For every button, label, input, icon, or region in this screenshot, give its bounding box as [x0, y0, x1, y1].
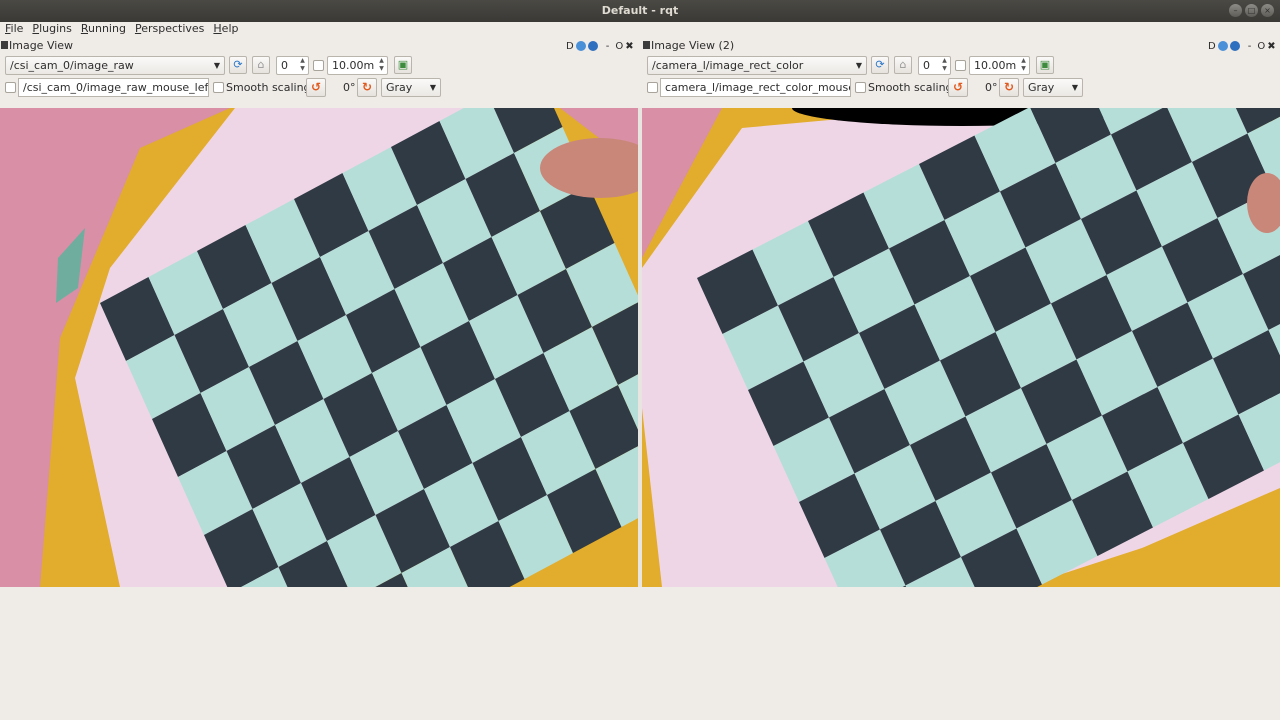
dynamic-range-checkbox[interactable] [955, 60, 966, 71]
spin-value-input[interactable]: 0 ▲ ▼ [276, 56, 309, 75]
rotate-right-icon: ↻ [361, 80, 373, 94]
image-view-dock-right: Image View (2) D - O ✖ /camera_l/image_r… [642, 38, 1280, 587]
minimize-icon[interactable]: – [1229, 4, 1242, 17]
zoom-icon: ⌂ [257, 58, 265, 71]
dock-d-button[interactable]: D [1208, 41, 1216, 52]
save-image-icon: ▣ [1039, 58, 1051, 71]
checkerboard-image [0, 108, 638, 587]
reload-plugin-icon[interactable] [575, 41, 586, 51]
rotate-left-icon: ↺ [952, 80, 964, 94]
mouse-topic-field[interactable]: /csi_cam_0/image_raw_mouse_left [18, 78, 209, 97]
minimize-dock-button[interactable]: - [1248, 41, 1252, 52]
topic-select[interactable]: /camera_l/image_rect_color ▼ [647, 56, 867, 75]
close-icon[interactable]: × [1261, 4, 1274, 17]
save-image-button[interactable]: ▣ [1036, 56, 1054, 74]
rotate-left-button[interactable]: ↺ [306, 78, 326, 97]
dock-title-bar: Image View (2) D - O ✖ [642, 38, 1280, 54]
max-range-input[interactable]: 10.00m ▲ ▼ [969, 56, 1030, 75]
dock-grip-icon[interactable] [643, 41, 650, 49]
close-dock-icon[interactable]: ✖ [625, 41, 633, 52]
help-icon[interactable] [1229, 41, 1240, 51]
zoom-button[interactable]: ⌂ [894, 56, 912, 74]
color-scheme-select[interactable]: Gray ▼ [381, 78, 441, 97]
rotate-left-button[interactable]: ↺ [948, 78, 968, 97]
menu-plugins[interactable]: Plugins [32, 22, 71, 38]
dock-title: Image View [9, 39, 74, 52]
window-title: Default - rqt [601, 4, 679, 17]
rotate-right-button[interactable]: ↻ [357, 78, 377, 97]
close-dock-icon[interactable]: ✖ [1267, 41, 1275, 52]
dock-title: Image View (2) [651, 39, 735, 52]
mouse-topic-field[interactable]: camera_l/image_rect_color_mouse_left [660, 78, 851, 97]
max-range-input[interactable]: 10.00m ▲ ▼ [327, 56, 388, 75]
rotation-label: 0° [343, 81, 356, 94]
rotate-right-button[interactable]: ↻ [999, 78, 1019, 97]
dock-d-button[interactable]: D [566, 41, 574, 52]
menu-help[interactable]: Help [213, 22, 238, 38]
chevron-down-icon: ▼ [213, 61, 220, 70]
save-image-icon: ▣ [397, 58, 409, 71]
save-image-button[interactable]: ▣ [394, 56, 412, 74]
publish-mouse-checkbox[interactable] [647, 82, 658, 93]
float-dock-button[interactable]: O [1257, 41, 1265, 52]
help-icon[interactable] [587, 41, 598, 51]
refresh-topics-button[interactable]: ⟳ [229, 56, 247, 74]
smooth-scaling-checkbox[interactable] [213, 82, 224, 93]
spin-value-input[interactable]: 0 ▲ ▼ [918, 56, 951, 75]
menu-file[interactable]: File [5, 22, 23, 38]
float-dock-button[interactable]: O [615, 41, 623, 52]
reload-plugin-icon[interactable] [1217, 41, 1228, 51]
spin-arrows-icon[interactable]: ▲ ▼ [940, 57, 949, 74]
refresh-topics-button[interactable]: ⟳ [871, 56, 889, 74]
color-scheme-select[interactable]: Gray ▼ [1023, 78, 1083, 97]
camera-image-rect[interactable] [642, 108, 1280, 587]
minimize-dock-button[interactable]: - [606, 41, 610, 52]
menu-running[interactable]: Running [81, 22, 126, 38]
refresh-icon: ⟳ [233, 58, 243, 71]
spin-arrows-icon[interactable]: ▲ ▼ [1019, 57, 1028, 74]
checkerboard-image [642, 108, 1280, 587]
topic-select[interactable]: /csi_cam_0/image_raw ▼ [5, 56, 225, 75]
smooth-scaling-label: Smooth scaling [868, 81, 953, 94]
menu-bar: File Plugins Running Perspectives Help [0, 22, 1280, 38]
spin-arrows-icon[interactable]: ▲ ▼ [298, 57, 307, 74]
chevron-down-icon: ▼ [429, 83, 436, 92]
dock-title-bar: Image View D - O ✖ [0, 38, 638, 54]
smooth-scaling-label: Smooth scaling [226, 81, 311, 94]
refresh-icon: ⟳ [875, 58, 885, 71]
publish-mouse-checkbox[interactable] [5, 82, 16, 93]
camera-image-raw[interactable] [0, 108, 638, 587]
maximize-icon[interactable]: □ [1245, 4, 1258, 17]
rotate-left-icon: ↺ [310, 80, 322, 94]
spin-arrows-icon[interactable]: ▲ ▼ [377, 57, 386, 74]
dynamic-range-checkbox[interactable] [313, 60, 324, 71]
dock-grip-icon[interactable] [1, 41, 8, 49]
chevron-down-icon: ▼ [855, 61, 862, 70]
zoom-button[interactable]: ⌂ [252, 56, 270, 74]
title-bar: Default - rqt – □ × [0, 0, 1280, 22]
image-view-dock-left: Image View D - O ✖ /csi_cam_0/image_raw ▼… [0, 38, 638, 587]
zoom-icon: ⌂ [899, 58, 907, 71]
rotation-label: 0° [985, 81, 998, 94]
chevron-down-icon: ▼ [1071, 83, 1078, 92]
smooth-scaling-checkbox[interactable] [855, 82, 866, 93]
rotate-right-icon: ↻ [1003, 80, 1015, 94]
menu-perspectives[interactable]: Perspectives [135, 22, 204, 38]
